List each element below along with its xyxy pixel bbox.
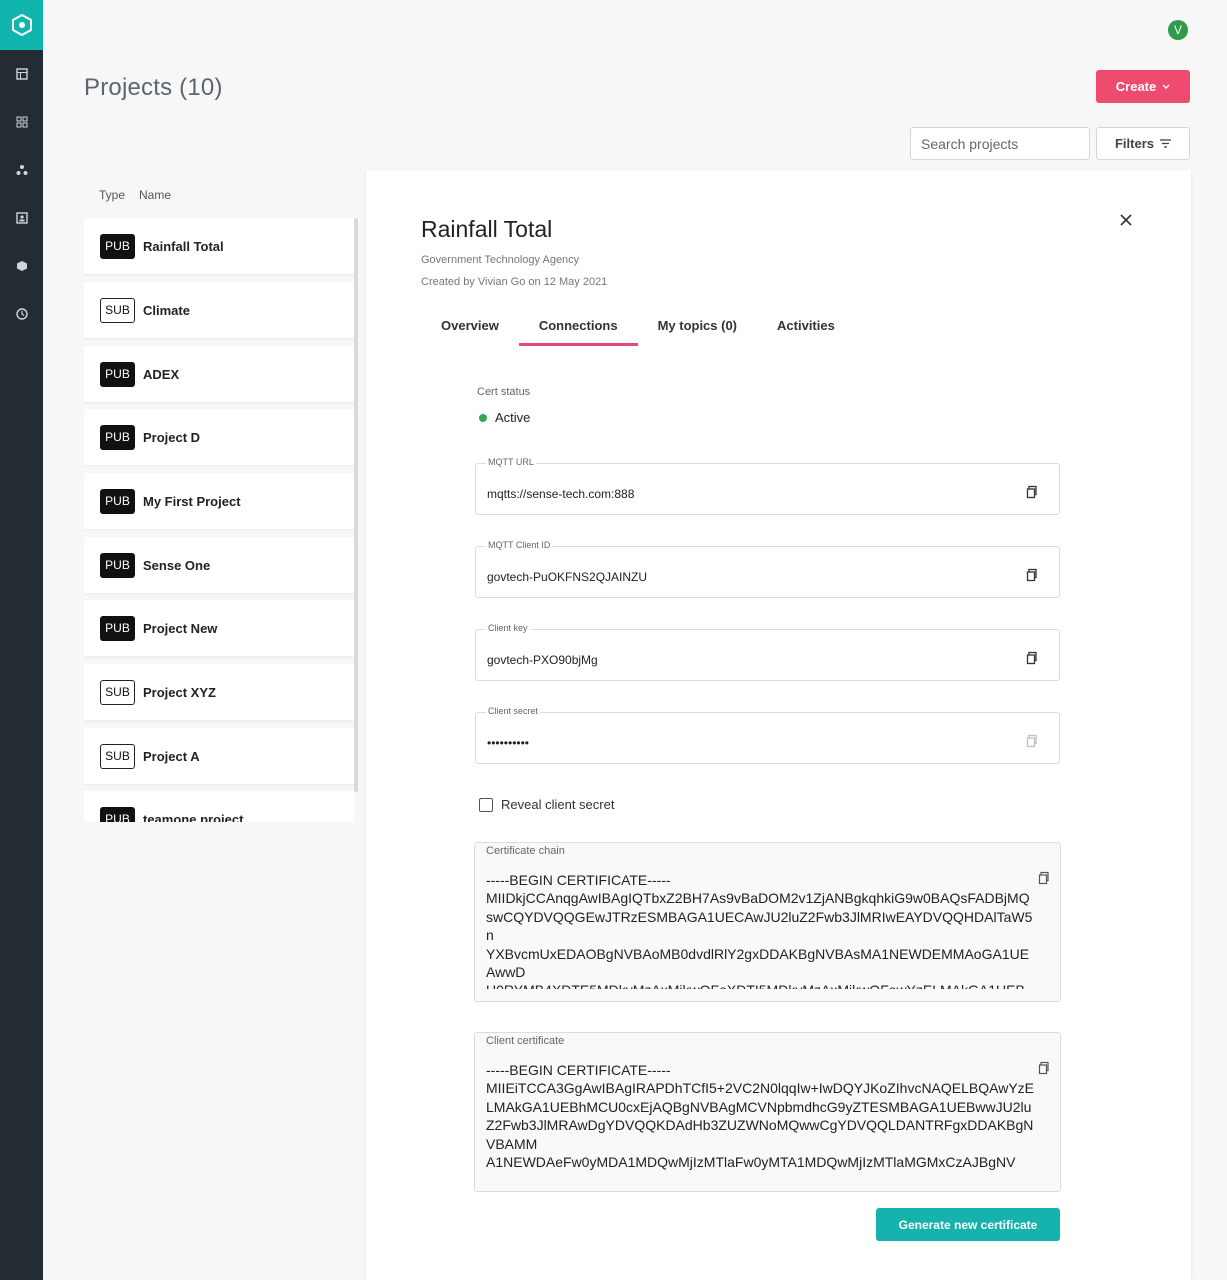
project-name: Sense One	[143, 557, 211, 573]
nodes-icon[interactable]	[0, 150, 43, 190]
detail-tabs: Overview Connections My topics (0) Activ…	[421, 310, 855, 346]
avatar[interactable]: V	[1168, 20, 1188, 40]
checkbox-icon[interactable]	[479, 797, 493, 812]
client-secret-field[interactable]: Client secret ••••••••••	[475, 706, 1060, 764]
reveal-secret-checkbox[interactable]: Reveal client secret	[479, 797, 614, 812]
mqtt-client-id-field[interactable]: MQTT Client ID govtech-PuOKFNS2QJAINZU	[475, 540, 1060, 598]
reveal-label: Reveal client secret	[501, 797, 615, 812]
apps-grid-icon[interactable]	[0, 102, 43, 142]
field-label: MQTT URL	[486, 457, 536, 467]
list-item[interactable]: PUB Project New	[84, 600, 354, 656]
type-badge: PUB	[100, 361, 135, 387]
copy-icon[interactable]	[1025, 485, 1039, 499]
list-scrollbar[interactable]	[354, 218, 358, 792]
client-key-field[interactable]: Client key govtech-PXO90bjMg	[475, 623, 1060, 681]
status-dot-icon	[479, 413, 487, 422]
filters-button[interactable]: Filters	[1096, 127, 1190, 160]
copy-icon[interactable]	[1025, 651, 1039, 665]
list-header: Type Name	[99, 188, 171, 202]
detail-created: Created by Vivian Go on 12 May 2021	[421, 276, 608, 288]
cert-chain-label: Certificate chain	[486, 845, 565, 857]
type-badge: PUB	[100, 488, 135, 514]
project-detail-panel: Rainfall Total Government Technology Age…	[366, 170, 1191, 1280]
dashboard-icon[interactable]	[0, 54, 43, 94]
cert-chain-text[interactable]: -----BEGIN CERTIFICATE----- MIIDkjCCAnqg…	[486, 871, 1036, 989]
column-name: Name	[139, 188, 172, 202]
clock-icon[interactable]	[0, 294, 43, 334]
logo-icon[interactable]	[0, 0, 43, 50]
project-name: ADEX	[143, 366, 180, 382]
type-badge: PUB	[100, 615, 135, 641]
field-label: Client secret	[486, 706, 541, 716]
project-list: PUB Rainfall Total SUB Climate PUB ADEX …	[84, 218, 354, 822]
copy-icon[interactable]	[1025, 568, 1039, 582]
project-name: My First Project	[143, 493, 241, 509]
project-name: teamone project	[143, 811, 244, 823]
nav-rail	[0, 0, 43, 1280]
tab-my-topics[interactable]: My topics (0)	[638, 310, 757, 346]
search-input[interactable]	[910, 127, 1090, 160]
chevron-down-icon	[1162, 84, 1170, 89]
type-badge: PUB	[100, 233, 135, 259]
copy-icon[interactable]	[1025, 734, 1039, 748]
generate-certificate-button[interactable]: Generate new certificate	[876, 1208, 1060, 1241]
type-badge: SUB	[100, 743, 135, 769]
type-badge: PUB	[100, 552, 135, 578]
list-item[interactable]: SUB Project A	[84, 728, 354, 784]
cert-status: Active	[479, 410, 530, 425]
tab-overview[interactable]: Overview	[421, 310, 519, 346]
project-name: Project New	[143, 620, 218, 636]
tab-activities[interactable]: Activities	[757, 310, 855, 346]
type-badge: PUB	[100, 806, 135, 822]
type-badge: SUB	[100, 679, 135, 705]
column-type: Type	[99, 188, 126, 202]
project-name: Climate	[143, 302, 190, 318]
list-item[interactable]: SUB Climate	[84, 282, 354, 338]
field-value: govtech-PXO90bjMg	[487, 653, 598, 667]
close-icon[interactable]	[1116, 210, 1136, 230]
project-name: Project D	[143, 429, 201, 445]
list-item[interactable]: PUB Project D	[84, 409, 354, 465]
field-value: mqtts://sense-tech.com:888	[487, 487, 635, 501]
contacts-icon[interactable]	[0, 198, 43, 238]
list-item[interactable]: PUB teamone project	[84, 791, 354, 822]
list-item[interactable]: PUB Sense One	[84, 537, 354, 593]
certificate-chain[interactable]: Certificate chain -----BEGIN CERTIFICATE…	[474, 842, 1061, 1002]
list-item[interactable]: SUB Project XYZ	[84, 664, 354, 720]
client-certificate[interactable]: Client certificate -----BEGIN CERTIFICAT…	[474, 1032, 1061, 1192]
project-name: Project A	[143, 748, 200, 764]
cert-status-value: Active	[495, 410, 531, 425]
client-cert-text[interactable]: -----BEGIN CERTIFICATE----- MIIEiTCCA3Gg…	[486, 1061, 1036, 1179]
create-label: Create	[1115, 79, 1157, 94]
field-value: govtech-PuOKFNS2QJAINZU	[487, 570, 648, 584]
detail-title: Rainfall Total	[421, 216, 553, 242]
field-label: MQTT Client ID	[486, 540, 553, 550]
field-label: Client key	[486, 623, 530, 633]
page-title: Projects (10)	[84, 74, 223, 101]
client-cert-label: Client certificate	[486, 1035, 565, 1047]
detail-org: Government Technology Agency	[421, 254, 580, 266]
box-icon[interactable]	[0, 246, 43, 286]
list-item[interactable]: PUB ADEX	[84, 346, 354, 402]
tab-connections[interactable]: Connections	[518, 310, 638, 346]
filter-icon	[1160, 139, 1171, 148]
type-badge: PUB	[100, 424, 135, 450]
project-name: Project XYZ	[143, 684, 216, 700]
copy-icon[interactable]	[1037, 1061, 1051, 1075]
list-item[interactable]: PUB Rainfall Total	[84, 218, 354, 274]
copy-icon[interactable]	[1037, 871, 1051, 885]
list-item[interactable]: PUB My First Project	[84, 473, 354, 529]
cert-status-label: Cert status	[477, 386, 531, 398]
create-button[interactable]: Create	[1096, 70, 1190, 103]
type-badge: SUB	[100, 297, 135, 323]
filters-label: Filters	[1114, 136, 1154, 151]
project-name: Rainfall Total	[143, 238, 224, 254]
mqtt-url-field[interactable]: MQTT URL mqtts://sense-tech.com:888	[475, 457, 1060, 515]
field-value: ••••••••••	[487, 736, 530, 750]
